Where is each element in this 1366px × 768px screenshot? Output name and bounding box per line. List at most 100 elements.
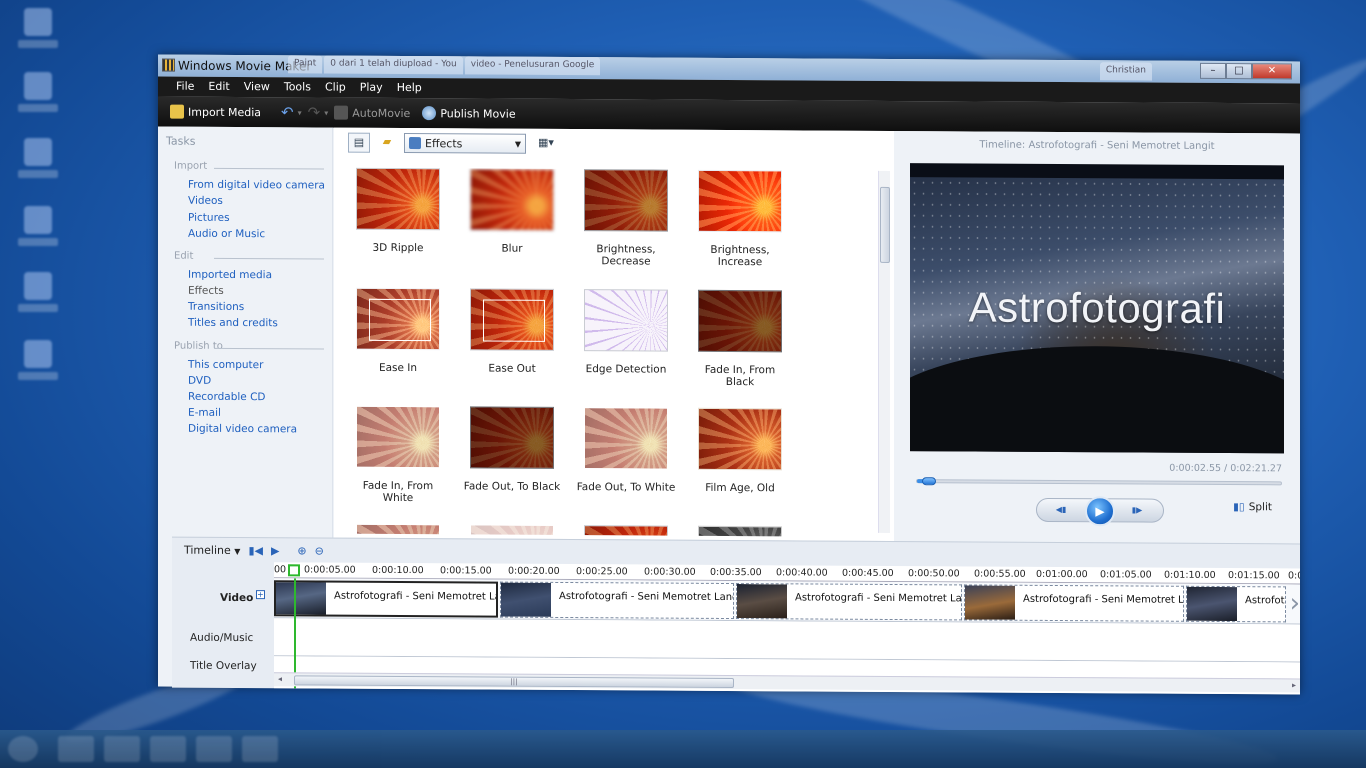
effect-item[interactable]: Edge Detection xyxy=(576,289,676,376)
background-tab[interactable]: video - Penelusuran Google xyxy=(464,56,601,76)
scrollbar-thumb[interactable]: ||| xyxy=(294,675,734,689)
timeline-mode-label: Timeline xyxy=(184,543,231,557)
task-pictures[interactable]: Pictures xyxy=(188,212,230,224)
playhead-marker[interactable] xyxy=(288,564,300,577)
scrollbar-thumb[interactable] xyxy=(880,186,890,263)
task-this-computer[interactable]: This computer xyxy=(188,359,263,371)
menu-tools[interactable]: Tools xyxy=(284,77,311,97)
task-digital-video-camera[interactable]: Digital video camera xyxy=(188,423,297,436)
preview-monitor[interactable]: Astrofotografi xyxy=(910,163,1284,454)
window-controls: – □ ✕ xyxy=(1200,62,1292,80)
desktop-icon[interactable] xyxy=(14,340,62,390)
effect-item[interactable]: Ease Out xyxy=(462,288,562,375)
desktop-icon[interactable] xyxy=(14,206,62,256)
seek-bar[interactable] xyxy=(916,477,1282,486)
background-tab[interactable]: 0 dari 1 telah diupload - You xyxy=(324,55,463,75)
play-timeline-icon[interactable]: ▶ xyxy=(271,544,279,557)
play-button[interactable]: ▶ xyxy=(1085,496,1115,527)
redo-button[interactable]: ↷ ▾ xyxy=(308,103,329,121)
effect-thumbnail xyxy=(584,525,668,537)
publish-movie-button[interactable]: Publish Movie xyxy=(422,106,516,121)
video-clip[interactable]: Astrofotografi - Seni Memotret Lan... xyxy=(964,584,1184,622)
desktop-icon[interactable] xyxy=(14,138,62,188)
taskbar-app[interactable] xyxy=(242,736,278,762)
minimize-button[interactable]: – xyxy=(1200,62,1226,80)
menu-play[interactable]: Play xyxy=(360,78,383,98)
rewind-icon[interactable]: ▮◀ xyxy=(248,544,263,557)
taskbar-app[interactable] xyxy=(150,736,186,762)
task-effects[interactable]: Effects xyxy=(188,285,224,297)
collections-button[interactable]: ▰ xyxy=(376,133,398,153)
tasks-toggle-button[interactable]: ▤ xyxy=(348,132,370,153)
menu-file[interactable]: File xyxy=(176,77,194,97)
desktop-icon[interactable] xyxy=(14,72,62,122)
effect-item[interactable]: Brightness, Increase xyxy=(690,169,790,269)
menu-edit[interactable]: Edit xyxy=(208,77,229,97)
effect-item[interactable]: Brightness, Decrease xyxy=(576,169,676,268)
taskbar-app[interactable] xyxy=(104,736,140,762)
effect-label: Fade Out, To White xyxy=(576,481,676,494)
menu-help[interactable]: Help xyxy=(397,78,422,98)
scroll-right-icon[interactable]: ▸ xyxy=(1292,680,1296,689)
task-from-camera[interactable]: From digital video camera xyxy=(188,179,325,192)
task-imported-media[interactable]: Imported media xyxy=(188,269,272,282)
effect-item[interactable] xyxy=(690,525,790,537)
desktop-icon[interactable] xyxy=(14,8,62,58)
video-clip[interactable]: Astrofotografi - Seni Memotret Lan... xyxy=(736,583,962,621)
effects-icon xyxy=(409,137,421,150)
timeline-mode-dropdown[interactable]: Timeline ▼ xyxy=(184,543,240,556)
effect-item[interactable]: Fade Out, To White xyxy=(576,407,676,494)
split-button[interactable]: ▮▯ Split xyxy=(1233,501,1272,513)
seek-handle[interactable] xyxy=(921,477,936,486)
system-clock[interactable] xyxy=(1290,736,1350,762)
collection-dropdown[interactable]: Effects ▼ xyxy=(404,133,526,154)
background-tab[interactable]: Paint xyxy=(288,55,323,74)
zoom-in-icon[interactable]: ⊕ xyxy=(297,544,306,557)
video-clip[interactable]: Astrofotografi - Seni Memotret Lan... xyxy=(274,580,498,618)
effect-item[interactable]: Fade In, From Black xyxy=(690,289,790,389)
import-media-button[interactable]: Import Media xyxy=(170,104,261,120)
effect-item[interactable]: Blur xyxy=(462,168,562,255)
effect-thumbnail xyxy=(584,169,668,232)
effects-scrollbar[interactable] xyxy=(878,170,890,533)
maximize-button[interactable]: □ xyxy=(1226,63,1252,80)
effect-item[interactable] xyxy=(348,523,448,537)
task-recordable-cd[interactable]: Recordable CD xyxy=(188,391,266,403)
effect-item[interactable]: Film Age, Old xyxy=(690,407,790,495)
taskbar-app[interactable] xyxy=(196,736,232,762)
close-button[interactable]: ✕ xyxy=(1252,63,1292,80)
undo-button[interactable]: ↶ ▾ xyxy=(281,103,302,121)
start-button[interactable] xyxy=(8,736,38,762)
task-dvd[interactable]: DVD xyxy=(188,375,211,387)
effect-item[interactable] xyxy=(462,524,562,537)
expand-video-track-button[interactable]: + xyxy=(256,590,265,600)
effect-thumbnail xyxy=(584,289,668,352)
audio-music-track[interactable] xyxy=(274,618,1300,663)
task-transitions[interactable]: Transitions xyxy=(188,301,244,313)
video-clip[interactable]: Astrofoto xyxy=(1186,585,1286,623)
menu-clip[interactable]: Clip xyxy=(325,78,346,98)
task-titles-credits[interactable]: Titles and credits xyxy=(188,317,278,330)
taskbar-app[interactable] xyxy=(58,736,94,762)
track-label-video: Video xyxy=(220,591,254,605)
effect-item[interactable]: 3D Ripple xyxy=(348,167,448,255)
effect-item[interactable]: Ease In xyxy=(348,287,448,375)
effect-item[interactable] xyxy=(576,525,676,537)
video-clip[interactable]: Astrofotografi - Seni Memotret Langit xyxy=(500,581,734,620)
collection-toolbar: ▤ ▰ Effects ▼ ▦▾ xyxy=(334,128,894,161)
next-frame-button[interactable]: ▮▶ xyxy=(1125,503,1149,517)
task-videos[interactable]: Videos xyxy=(188,195,223,207)
scroll-left-icon[interactable]: ◂ xyxy=(278,674,282,683)
zoom-out-icon[interactable]: ⊖ xyxy=(315,544,324,557)
automovie-button[interactable]: AutoMovie xyxy=(334,105,410,120)
previous-frame-button[interactable]: ◀▮ xyxy=(1049,503,1073,517)
desktop-icon[interactable] xyxy=(14,272,62,322)
task-email[interactable]: E-mail xyxy=(188,407,221,419)
effects-panel: ▤ ▰ Effects ▼ ▦▾ 3D Ripple Blur Brightne… xyxy=(334,127,894,542)
menu-view[interactable]: View xyxy=(244,77,270,97)
view-options-button[interactable]: ▦▾ xyxy=(532,134,560,154)
effect-item[interactable]: Fade Out, To Black xyxy=(462,406,562,493)
effect-item[interactable]: Fade In, From White xyxy=(348,405,448,505)
task-audio-music[interactable]: Audio or Music xyxy=(188,228,265,240)
timeline-end-arrow-icon[interactable]: › xyxy=(1290,588,1300,618)
